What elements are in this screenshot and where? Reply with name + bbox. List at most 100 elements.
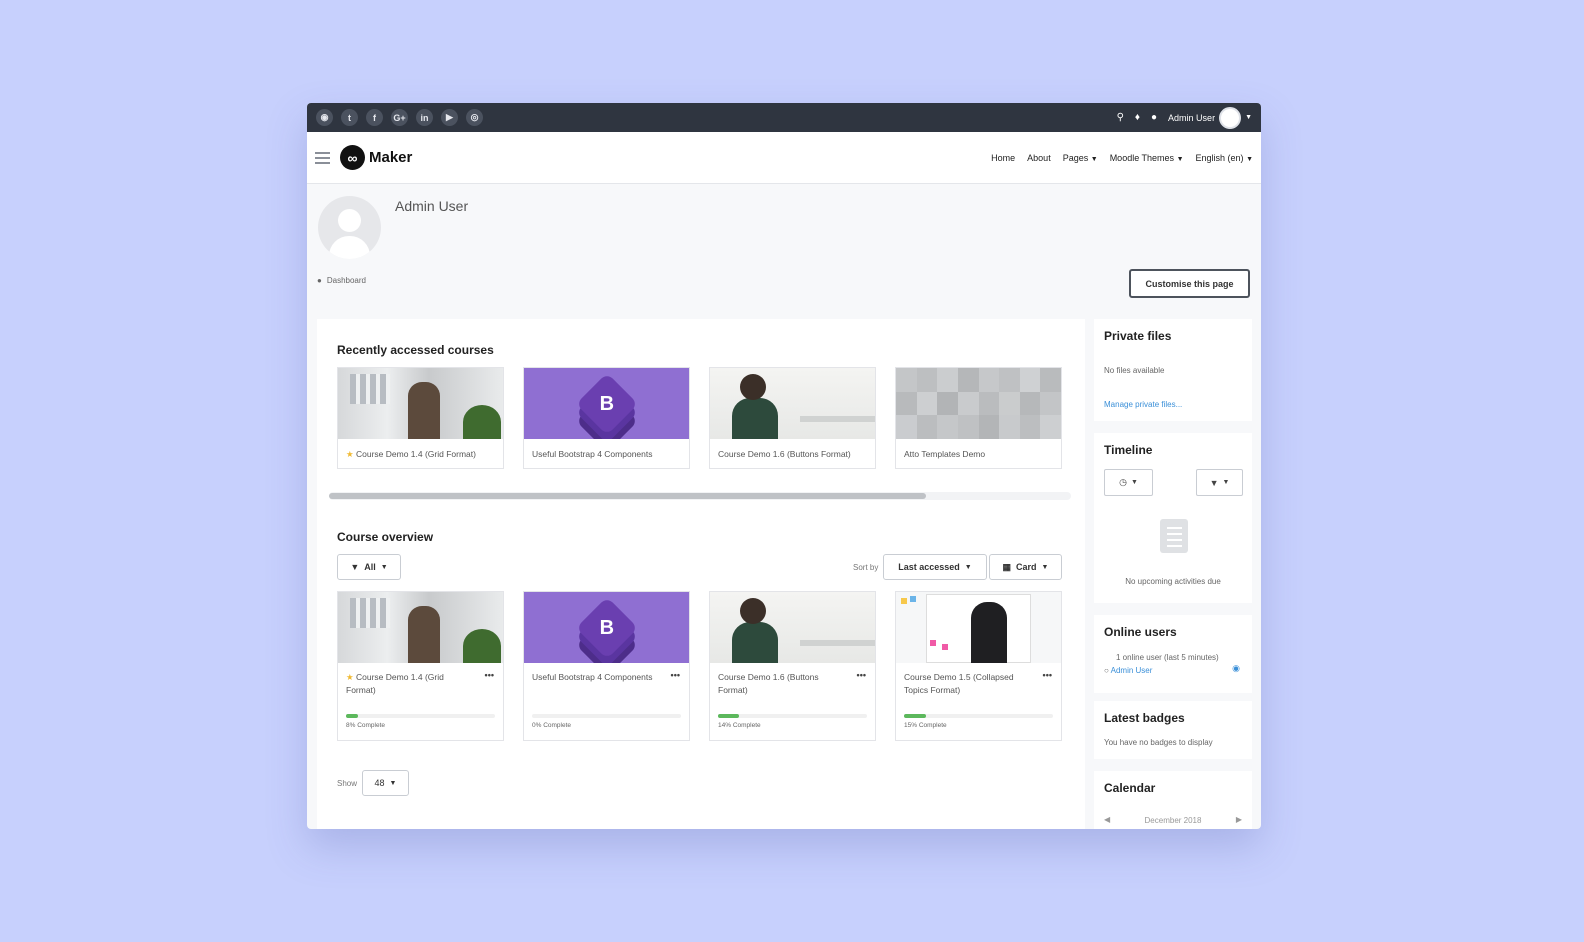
profile-avatar — [318, 196, 381, 259]
manage-files-link[interactable]: Manage private files... — [1104, 400, 1182, 409]
block-title: Online users — [1104, 625, 1177, 639]
course-image — [710, 368, 875, 439]
recent-course-card[interactable]: Atto Templates Demo — [895, 367, 1062, 469]
scrollbar-thumb[interactable] — [329, 493, 926, 499]
show-label: Show — [337, 779, 358, 788]
top-bar: ◉ t f G+ in ▶ ◎ ⚲ ♦ ● Admin User ▼ — [307, 103, 1261, 132]
document-icon — [1160, 519, 1188, 553]
empty-message: No upcoming activities due — [1125, 577, 1221, 586]
main-region: Recently accessed courses ★ Course Demo … — [317, 319, 1085, 829]
course-image — [896, 368, 1061, 439]
progress-label: 8% Complete — [346, 722, 386, 729]
sort-dropdown[interactable]: Last accessed ▼ — [883, 554, 987, 580]
filter-icon: ▼ — [350, 562, 360, 572]
chat-icon[interactable]: ● — [1151, 112, 1157, 123]
eye-icon[interactable]: ◉ — [1232, 663, 1240, 674]
block-title: Private files — [1104, 329, 1172, 343]
course-name[interactable]: Useful Bootstrap 4 Components — [524, 671, 689, 684]
user-icon: ○ — [1104, 666, 1109, 675]
next-month-icon[interactable]: ▶ — [1236, 815, 1242, 824]
logo-icon[interactable]: ∞ — [340, 145, 365, 170]
chevron-down-icon: ▼ — [1041, 563, 1049, 571]
filter-icon: ▼ — [1209, 477, 1219, 488]
recent-courses-title: Recently accessed courses — [337, 343, 494, 357]
empty-message: You have no badges to display — [1104, 738, 1213, 747]
nav-about[interactable]: About — [1027, 153, 1051, 163]
progress-fill — [904, 714, 927, 718]
bootstrap-logo-icon: B — [575, 596, 638, 659]
block-title: Timeline — [1104, 443, 1153, 457]
course-name[interactable]: Course Demo 1.4 (Grid Format) — [346, 672, 444, 695]
twitter-icon[interactable]: t — [341, 109, 358, 126]
star-icon: ★ — [346, 449, 354, 459]
progress-fill — [346, 714, 358, 718]
course-card[interactable]: B Useful Bootstrap 4 Components ••• 0% C… — [523, 591, 690, 741]
breadcrumb-dashboard[interactable]: Dashboard — [327, 276, 366, 285]
nav-links: Home About Pages ▼ Moodle Themes ▼ Engli… — [991, 153, 1253, 163]
progress-label: 15% Complete — [904, 722, 947, 729]
block-title: Latest badges — [1104, 711, 1185, 725]
chevron-down-icon: ▼ — [1130, 479, 1138, 486]
chevron-down-icon: ▼ — [1222, 479, 1230, 486]
course-name[interactable]: Course Demo 1.6 (Buttons Format) — [710, 448, 875, 461]
browser-window: ◉ t f G+ in ▶ ◎ ⚲ ♦ ● Admin User ▼ ∞ Mak… — [307, 103, 1261, 829]
course-overview-title: Course overview — [337, 530, 434, 544]
online-user-link[interactable]: Admin User — [1111, 666, 1153, 675]
nav-moodle-themes[interactable]: Moodle Themes ▼ — [1110, 153, 1184, 163]
recent-course-card[interactable]: ★ Course Demo 1.4 (Grid Format) — [337, 367, 504, 469]
globe-icon[interactable]: ◉ — [316, 109, 333, 126]
brand-name[interactable]: Maker — [369, 149, 412, 166]
star-icon: ★ — [346, 672, 354, 682]
instagram-icon[interactable]: ◎ — [466, 109, 483, 126]
view-dropdown[interactable]: ▦ Card ▼ — [989, 554, 1062, 580]
more-options-icon[interactable]: ••• — [857, 670, 866, 680]
progress-bar — [904, 714, 1053, 718]
search-icon[interactable]: ⚲ — [1117, 112, 1124, 123]
linkedin-icon[interactable]: in — [416, 109, 433, 126]
course-name[interactable]: Atto Templates Demo — [896, 448, 1061, 461]
online-users-block: Online users 1 online user (last 5 minut… — [1094, 615, 1252, 693]
recent-course-card[interactable]: B Useful Bootstrap 4 Components — [523, 367, 690, 469]
nav-home[interactable]: Home — [991, 153, 1015, 163]
course-name[interactable]: Course Demo 1.5 (Collapsed Topics Format… — [896, 671, 1061, 697]
nav-pages[interactable]: Pages ▼ — [1063, 153, 1098, 163]
bell-icon[interactable]: ♦ — [1135, 112, 1140, 123]
horizontal-scrollbar[interactable] — [329, 492, 1071, 500]
menu-icon[interactable] — [315, 151, 330, 164]
course-card[interactable]: Course Demo 1.5 (Collapsed Topics Format… — [895, 591, 1062, 741]
chevron-down-icon: ▼ — [1246, 155, 1253, 163]
page-size-dropdown[interactable]: 48 ▼ — [362, 770, 409, 796]
chevron-down-icon: ▼ — [1245, 114, 1252, 121]
calendar-block: Calendar ◀ December 2018 ▶ — [1094, 771, 1252, 829]
customise-page-button[interactable]: Customise this page — [1129, 269, 1250, 298]
page-header: Admin User ● Dashboard Customise this pa… — [307, 184, 1261, 316]
more-options-icon[interactable]: ••• — [671, 670, 680, 680]
course-card[interactable]: Course Demo 1.6 (Buttons Format) ••• 14%… — [709, 591, 876, 741]
latest-badges-block: Latest badges You have no badges to disp… — [1094, 701, 1252, 759]
youtube-icon[interactable]: ▶ — [441, 109, 458, 126]
recent-course-card[interactable]: Course Demo 1.6 (Buttons Format) — [709, 367, 876, 469]
user-menu[interactable]: Admin User ▼ — [1168, 106, 1252, 129]
more-options-icon[interactable]: ••• — [1043, 670, 1052, 680]
course-name[interactable]: Useful Bootstrap 4 Components — [524, 448, 689, 461]
chevron-down-icon: ▼ — [964, 563, 972, 571]
online-summary: 1 online user (last 5 minutes) — [1116, 653, 1219, 662]
course-name[interactable]: Course Demo 1.4 (Grid Format) — [356, 449, 476, 459]
timeline-sort-dropdown[interactable]: ◷ ▼ — [1104, 469, 1153, 496]
google-plus-icon[interactable]: G+ — [391, 109, 408, 126]
filter-dropdown[interactable]: ▼ All ▼ — [337, 554, 401, 580]
bootstrap-logo-icon: B — [575, 372, 638, 435]
grid-icon: ▦ — [1002, 561, 1012, 572]
page-title: Admin User — [395, 198, 469, 214]
facebook-icon[interactable]: f — [366, 109, 383, 126]
timeline-filter-dropdown[interactable]: ▼ ▼ — [1196, 469, 1243, 496]
timeline-block: Timeline ◷ ▼ ▼ ▼ No upcoming activities du… — [1094, 433, 1252, 603]
course-name[interactable]: Course Demo 1.6 (Buttons Format) — [710, 671, 875, 697]
course-image — [710, 592, 875, 663]
block-title: Calendar — [1104, 781, 1156, 795]
progress-bar — [532, 714, 681, 718]
nav-language[interactable]: English (en) ▼ — [1196, 153, 1253, 163]
more-options-icon[interactable]: ••• — [485, 670, 494, 680]
course-image: B — [524, 592, 689, 663]
course-card[interactable]: ★ Course Demo 1.4 (Grid Format) ••• 8% C… — [337, 591, 504, 741]
